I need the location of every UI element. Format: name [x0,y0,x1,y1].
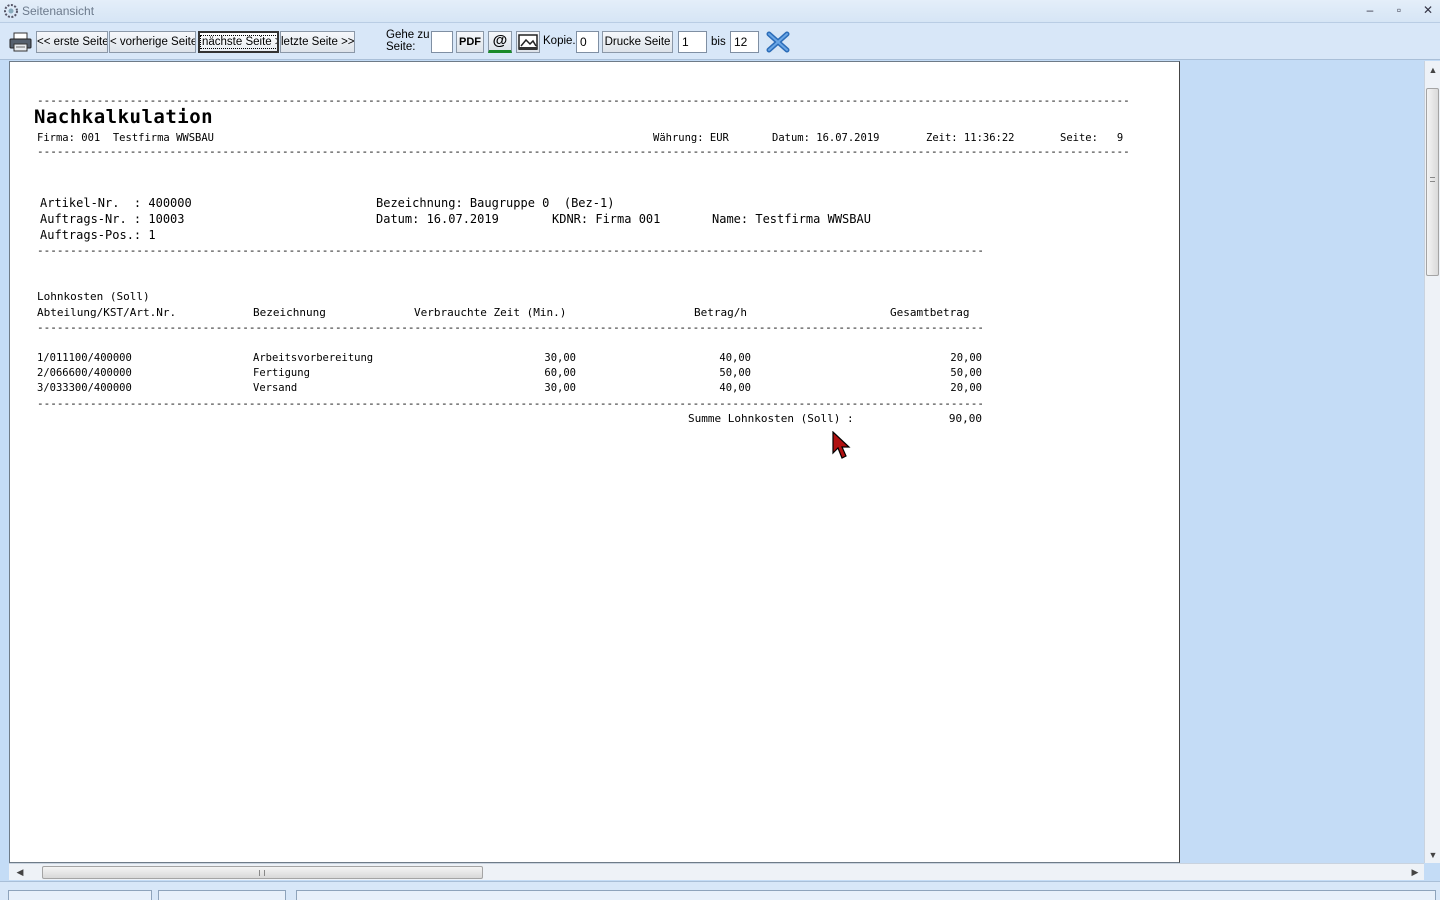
table-cell: 40,00 [719,352,751,364]
table-cell: Versand [253,382,298,394]
table-cell: 1/011100/400000 [37,352,132,364]
table-cell: 60,00 [544,367,576,379]
article-number: Artikel-Nr. : 400000 [40,196,192,210]
status-panel [296,890,1436,900]
customer-name: Name: Testfirma WWSBAU [712,212,871,226]
divider: ----------------------------------------… [37,325,982,331]
close-preview-icon [766,31,790,53]
column-header: Betrag/h [694,306,747,319]
table-cell: 50,00 [950,367,982,379]
column-header: Abteilung/KST/Art.Nr. [37,306,177,319]
copies-label: Kopie.: [543,35,579,47]
table-cell: 3/033300/400000 [37,382,132,394]
image-export-icon [518,34,538,50]
sum-label: Summe Lohnkosten (Soll) : [688,412,854,425]
order-date: Datum: 16.07.2019 [376,212,499,226]
report-title: Nachkalkulation [34,106,214,128]
order-number: Auftrags-Nr. : 10003 [40,212,185,226]
toolbar: << erste Seite < vorherige Seite nächste… [0,23,1440,60]
column-header: Gesamtbetrag [890,306,970,319]
restore-button[interactable]: ▫ [1388,2,1410,20]
print-button[interactable] [8,31,34,53]
next-page-button[interactable]: nächste Seite > [198,31,279,53]
report-page: ----------------------------------------… [9,61,1180,863]
divider: ----------------------------------------… [37,401,982,407]
copies-input[interactable] [576,31,599,53]
print-to-input[interactable] [730,31,759,53]
title-bar: Seitenansicht – ▫ ✕ [0,0,1440,23]
vertical-scroll-thumb[interactable] [1426,88,1439,276]
print-to-label: bis [711,36,726,48]
window-title: Seitenansicht [22,4,95,18]
page-info: Seite: 9 [1060,132,1124,144]
column-header: Bezeichnung [253,306,326,319]
status-panel [8,890,152,900]
scroll-right-arrow-icon[interactable]: ▶ [1407,867,1423,878]
close-window-button[interactable]: ✕ [1417,2,1439,20]
horizontal-scroll-thumb[interactable] [42,866,483,879]
time-info: Zeit: 11:36:22 [926,132,1015,144]
app-icon [4,4,18,18]
first-page-button[interactable]: << erste Seite [36,31,108,53]
scroll-left-arrow-icon[interactable]: ◀ [12,867,28,878]
horizontal-scrollbar[interactable]: ◀ ▶ [9,863,1424,880]
image-export-button[interactable] [516,31,540,53]
previous-page-button[interactable]: < vorherige Seite [109,31,196,53]
print-from-input[interactable] [678,31,707,53]
table-cell: 20,00 [950,382,982,394]
grip-icon [259,870,265,876]
section-title: Lohnkosten (Soll) [37,290,150,303]
table-cell: 30,00 [544,382,576,394]
next-page-label: nächste Seite > [200,35,277,49]
date-info: Datum: 16.07.2019 [772,132,880,144]
company-info: Firma: 001 Testfirma WWSBAU [37,132,215,144]
table-cell: 2/066600/400000 [37,367,132,379]
status-panel [158,890,286,900]
order-position: Auftrags-Pos.: 1 [40,228,156,242]
table-cell: Fertigung [253,367,310,379]
close-preview-button[interactable] [766,31,790,53]
email-icon: @ [492,32,508,49]
minimize-button[interactable]: – [1359,2,1381,20]
scroll-down-arrow-icon[interactable]: ▼ [1425,850,1440,860]
divider: ----------------------------------------… [37,149,1130,155]
table-cell: 30,00 [544,352,576,364]
customer-number: KDNR: Firma 001 [552,212,661,226]
designation: Bezeichnung: Baugruppe 0 (Bez-1) [376,196,615,210]
goto-label: Gehe zu Seite: [386,29,430,53]
last-page-button[interactable]: letzte Seite >> [280,31,355,53]
email-button[interactable]: @ [488,31,512,53]
vertical-scrollbar[interactable]: ▲ ▼ [1424,61,1440,863]
print-pages-button[interactable]: Drucke Seite [602,31,673,53]
table-cell: 40,00 [719,382,751,394]
goto-page-input[interactable] [431,31,453,53]
sum-value: 90,00 [948,412,982,425]
column-header: Verbrauchte Zeit (Min.) [414,306,567,319]
table-cell: 50,00 [719,367,751,379]
currency-info: Währung: EUR [653,132,729,144]
mouse-cursor-icon [832,431,851,459]
divider: ----------------------------------------… [37,98,1130,104]
grip-icon [1430,177,1435,182]
table-cell: 20,00 [950,352,982,364]
pdf-button[interactable]: PDF [456,31,484,53]
status-bar [0,881,1440,900]
divider: ----------------------------------------… [37,248,982,254]
table-cell: Arbeitsvorbereitung [253,352,374,364]
printer-icon [9,32,32,52]
scroll-up-arrow-icon[interactable]: ▲ [1425,65,1440,75]
